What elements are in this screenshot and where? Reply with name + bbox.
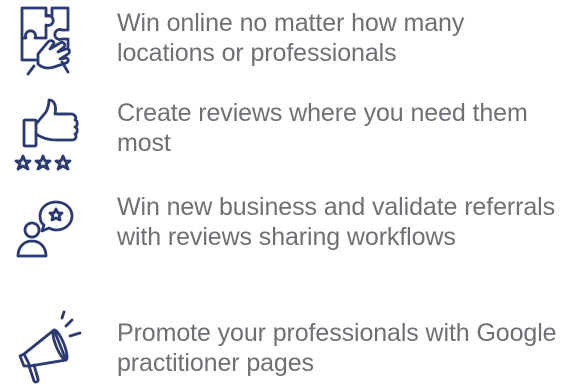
feature-text: Win new business and validate referrals …	[117, 193, 555, 251]
feature-text: Win online no matter how many locations …	[117, 9, 465, 67]
person-speech-star-icon	[10, 194, 90, 274]
thumbs-up-stars-icon	[10, 96, 90, 176]
megaphone-icon	[10, 310, 90, 390]
puzzle-hand-icon	[10, 0, 90, 80]
feature-text: Create reviews where you need them most	[117, 99, 528, 157]
feature-text: Promote your professionals with Google p…	[117, 319, 557, 377]
